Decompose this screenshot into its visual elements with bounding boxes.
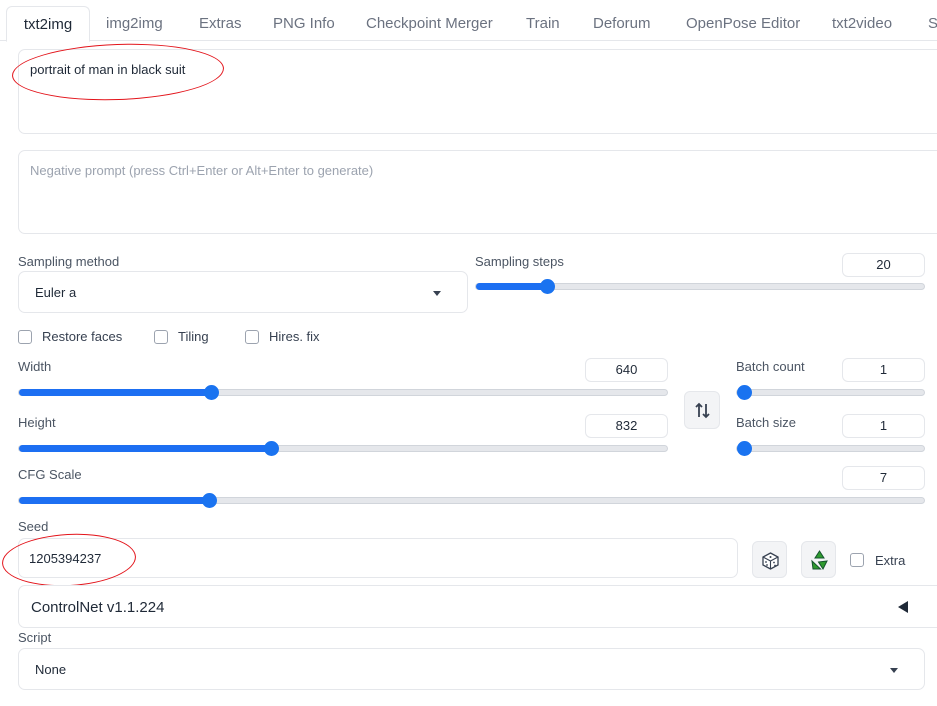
tab-txt2video[interactable]: txt2video xyxy=(832,6,892,40)
tab-checkpoint-merger[interactable]: Checkpoint Merger xyxy=(366,6,493,40)
tab-txt2img[interactable]: txt2img xyxy=(6,6,90,42)
seed-extra-checkbox[interactable] xyxy=(850,553,864,567)
height-input[interactable]: 832 xyxy=(585,414,668,438)
width-label: Width xyxy=(18,359,52,374)
sampling-steps-input[interactable]: 20 xyxy=(842,253,925,277)
tab-train[interactable]: Train xyxy=(526,6,560,40)
sampling-method-dropdown[interactable]: Euler a xyxy=(18,271,468,313)
batch-size-slider[interactable] xyxy=(736,441,925,456)
script-label: Script xyxy=(18,630,52,645)
tab-extras[interactable]: Extras xyxy=(199,6,242,40)
swap-dimensions-button[interactable] xyxy=(684,391,720,429)
script-value: None xyxy=(35,662,67,677)
slider-fill xyxy=(476,283,547,290)
recycle-icon xyxy=(811,550,828,571)
collapse-triangle-icon xyxy=(898,601,908,613)
tiling-label: Tiling xyxy=(178,329,209,344)
width-slider[interactable] xyxy=(18,385,668,400)
batch-count-label: Batch count xyxy=(736,359,805,374)
cfg-scale-label: CFG Scale xyxy=(18,467,82,482)
negative-prompt-placeholder: Negative prompt (press Ctrl+Enter or Alt… xyxy=(30,163,374,178)
slider-handle[interactable] xyxy=(737,441,752,456)
cfg-scale-input[interactable]: 7 xyxy=(842,466,925,490)
sampling-method-label: Sampling method xyxy=(18,254,120,269)
tab-bar: txt2img img2img Extras PNG Info Checkpoi… xyxy=(0,0,937,42)
tab-png-info[interactable]: PNG Info xyxy=(273,6,335,40)
tab-openpose-editor[interactable]: OpenPose Editor xyxy=(686,6,800,40)
slider-handle[interactable] xyxy=(264,441,280,456)
dice-icon xyxy=(762,552,779,570)
chevron-down-icon xyxy=(433,291,441,296)
tab-overflow[interactable]: S xyxy=(928,6,937,40)
sampling-method-value: Euler a xyxy=(35,285,77,300)
controlnet-title: ControlNet v1.1.224 xyxy=(31,599,165,616)
tiling-checkbox[interactable] xyxy=(154,330,168,344)
chevron-down-icon xyxy=(890,668,898,673)
slider-fill xyxy=(19,497,210,504)
cfg-scale-slider[interactable] xyxy=(18,493,925,508)
batch-size-input[interactable]: 1 xyxy=(842,414,925,438)
seed-extra-label: Extra xyxy=(875,553,906,568)
height-slider[interactable] xyxy=(18,441,668,456)
tab-deforum[interactable]: Deforum xyxy=(593,6,651,40)
slider-handle[interactable] xyxy=(202,493,218,508)
batch-count-input[interactable]: 1 xyxy=(842,358,925,382)
slider-handle[interactable] xyxy=(203,385,219,400)
height-label: Height xyxy=(18,415,56,430)
tab-img2img[interactable]: img2img xyxy=(106,6,163,40)
slider-fill xyxy=(19,445,272,452)
hires-fix-label: Hires. fix xyxy=(269,329,320,344)
width-input[interactable]: 640 xyxy=(585,358,668,382)
slider-handle[interactable] xyxy=(737,385,752,400)
sampling-steps-label: Sampling steps xyxy=(475,254,564,269)
batch-count-slider[interactable] xyxy=(736,385,925,400)
swap-arrows-icon xyxy=(695,402,710,419)
restore-faces-checkbox[interactable] xyxy=(18,330,32,344)
hires-fix-checkbox[interactable] xyxy=(245,330,259,344)
controlnet-accordion[interactable]: ControlNet v1.1.224 xyxy=(18,585,937,628)
script-dropdown[interactable]: None xyxy=(18,648,925,690)
sampling-steps-slider[interactable] xyxy=(475,279,925,294)
seed-label: Seed xyxy=(18,519,49,534)
random-seed-button[interactable] xyxy=(752,541,787,578)
negative-prompt-textarea[interactable]: Negative prompt (press Ctrl+Enter or Alt… xyxy=(18,150,937,234)
slider-handle[interactable] xyxy=(539,279,555,294)
restore-faces-label: Restore faces xyxy=(42,329,123,344)
slider-fill xyxy=(19,389,211,396)
reuse-seed-button[interactable] xyxy=(801,541,836,578)
batch-size-label: Batch size xyxy=(736,415,796,430)
